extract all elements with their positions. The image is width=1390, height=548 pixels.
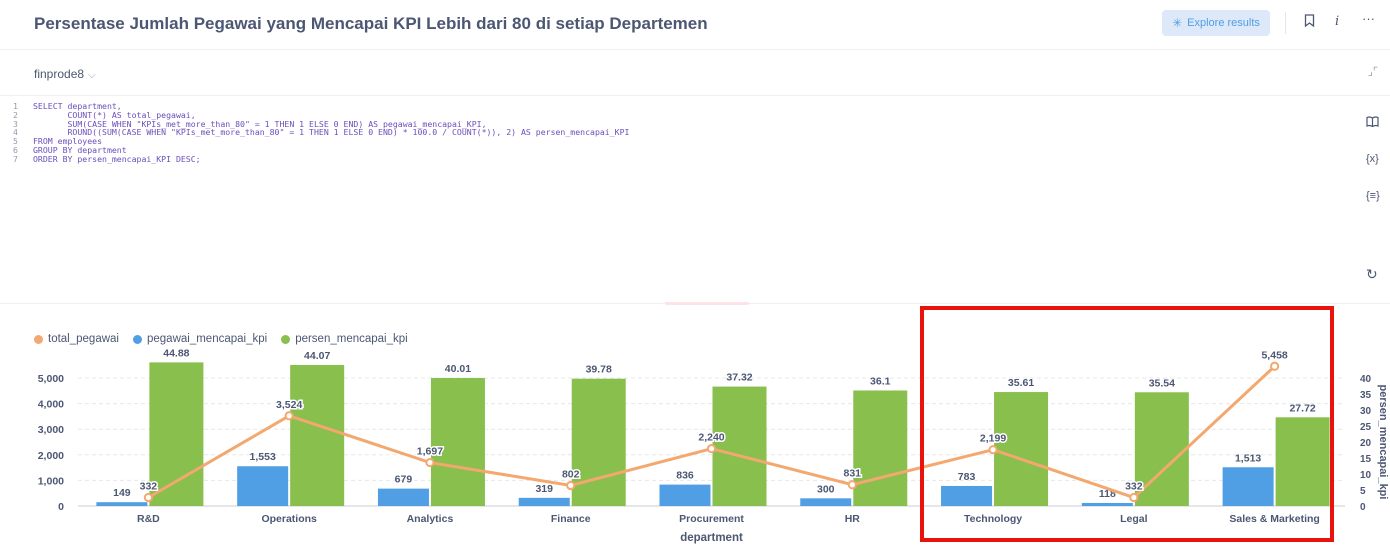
- bar-persen-mencapai-kpi: [290, 364, 345, 506]
- data-label-persen-mencapai-kpi: 36.1: [870, 375, 891, 387]
- x-axis-label: department: [680, 532, 743, 544]
- y-tick-right: 10: [1360, 470, 1372, 481]
- bar-pegawai-mencapai-kpi: [377, 488, 429, 506]
- x-tick-label: Finance: [551, 513, 591, 525]
- bar-persen-mencapai-kpi: [853, 390, 908, 506]
- y-tick-left: 4,000: [38, 399, 64, 411]
- data-label-persen-mencapai-kpi: 44.07: [304, 350, 330, 362]
- data-label-total-pegawai: 1,697: [417, 446, 443, 458]
- data-label-persen-mencapai-kpi: 37.32: [726, 372, 752, 384]
- data-label-total-pegawai: 802: [562, 468, 580, 480]
- y-tick-right: 25: [1360, 422, 1372, 433]
- y-tick-right: 35: [1360, 390, 1372, 401]
- y-tick-left: 2,000: [38, 450, 64, 462]
- point-total-pegawai: [143, 492, 153, 503]
- bar-pegawai-mencapai-kpi: [96, 502, 148, 506]
- data-label-persen-mencapai-kpi: 44.88: [163, 347, 189, 359]
- y-tick-right: 40: [1360, 374, 1372, 385]
- y-tick-left: 1,000: [38, 475, 64, 487]
- x-tick-label: HR: [845, 513, 861, 525]
- data-label-pegawai-mencapai-kpi: 679: [395, 474, 413, 486]
- point-total-pegawai: [284, 411, 294, 421]
- bar-pegawai-mencapai-kpi: [659, 484, 711, 506]
- x-tick-label: Analytics: [407, 513, 454, 525]
- data-label-pegawai-mencapai-kpi: 149: [113, 487, 131, 499]
- x-tick-label: Procurement: [679, 513, 744, 525]
- data-label-total-pegawai: 3,524: [276, 399, 302, 411]
- y-tick-left: 3,000: [38, 424, 64, 436]
- y-axis-label-right: persen_mencapai_kpi: [1377, 385, 1389, 500]
- data-label-total-pegawai: 2,240: [698, 432, 724, 444]
- y-tick-right: 30: [1360, 406, 1372, 417]
- data-label-pegawai-mencapai-kpi: 836: [676, 470, 694, 482]
- bar-pegawai-mencapai-kpi: [518, 497, 570, 506]
- point-total-pegawai: [425, 457, 435, 468]
- y-tick-right: 5: [1360, 486, 1366, 497]
- y-tick-left: 5,000: [38, 373, 64, 385]
- bar-persen-mencapai-kpi: [430, 377, 485, 506]
- point-total-pegawai: [706, 444, 717, 454]
- bar-persen-mencapai-kpi: [571, 378, 626, 506]
- bar-pegawai-mencapai-kpi: [800, 498, 852, 506]
- data-label-persen-mencapai-kpi: 40.01: [445, 363, 471, 375]
- highlight-annotation-box: [920, 306, 1334, 542]
- data-label-pegawai-mencapai-kpi: 319: [535, 483, 553, 495]
- y-tick-left: 0: [58, 501, 64, 513]
- y-tick-right: 15: [1360, 454, 1372, 465]
- bar-persen-mencapai-kpi: [712, 386, 767, 506]
- bar-pegawai-mencapai-kpi: [237, 466, 289, 506]
- y-tick-right: 20: [1360, 438, 1372, 449]
- data-label-pegawai-mencapai-kpi: 300: [817, 483, 835, 495]
- y-tick-right: 0: [1360, 502, 1366, 513]
- bar-persen-mencapai-kpi: [149, 362, 204, 506]
- data-label-pegawai-mencapai-kpi: 1,553: [250, 451, 276, 463]
- point-total-pegawai: [566, 480, 576, 491]
- data-label-total-pegawai: 332: [140, 481, 158, 493]
- point-total-pegawai: [847, 480, 857, 490]
- data-label-total-pegawai: 831: [844, 468, 862, 480]
- x-tick-label: Operations: [261, 513, 317, 525]
- x-tick-label: R&D: [137, 513, 160, 525]
- data-label-persen-mencapai-kpi: 39.78: [586, 364, 612, 376]
